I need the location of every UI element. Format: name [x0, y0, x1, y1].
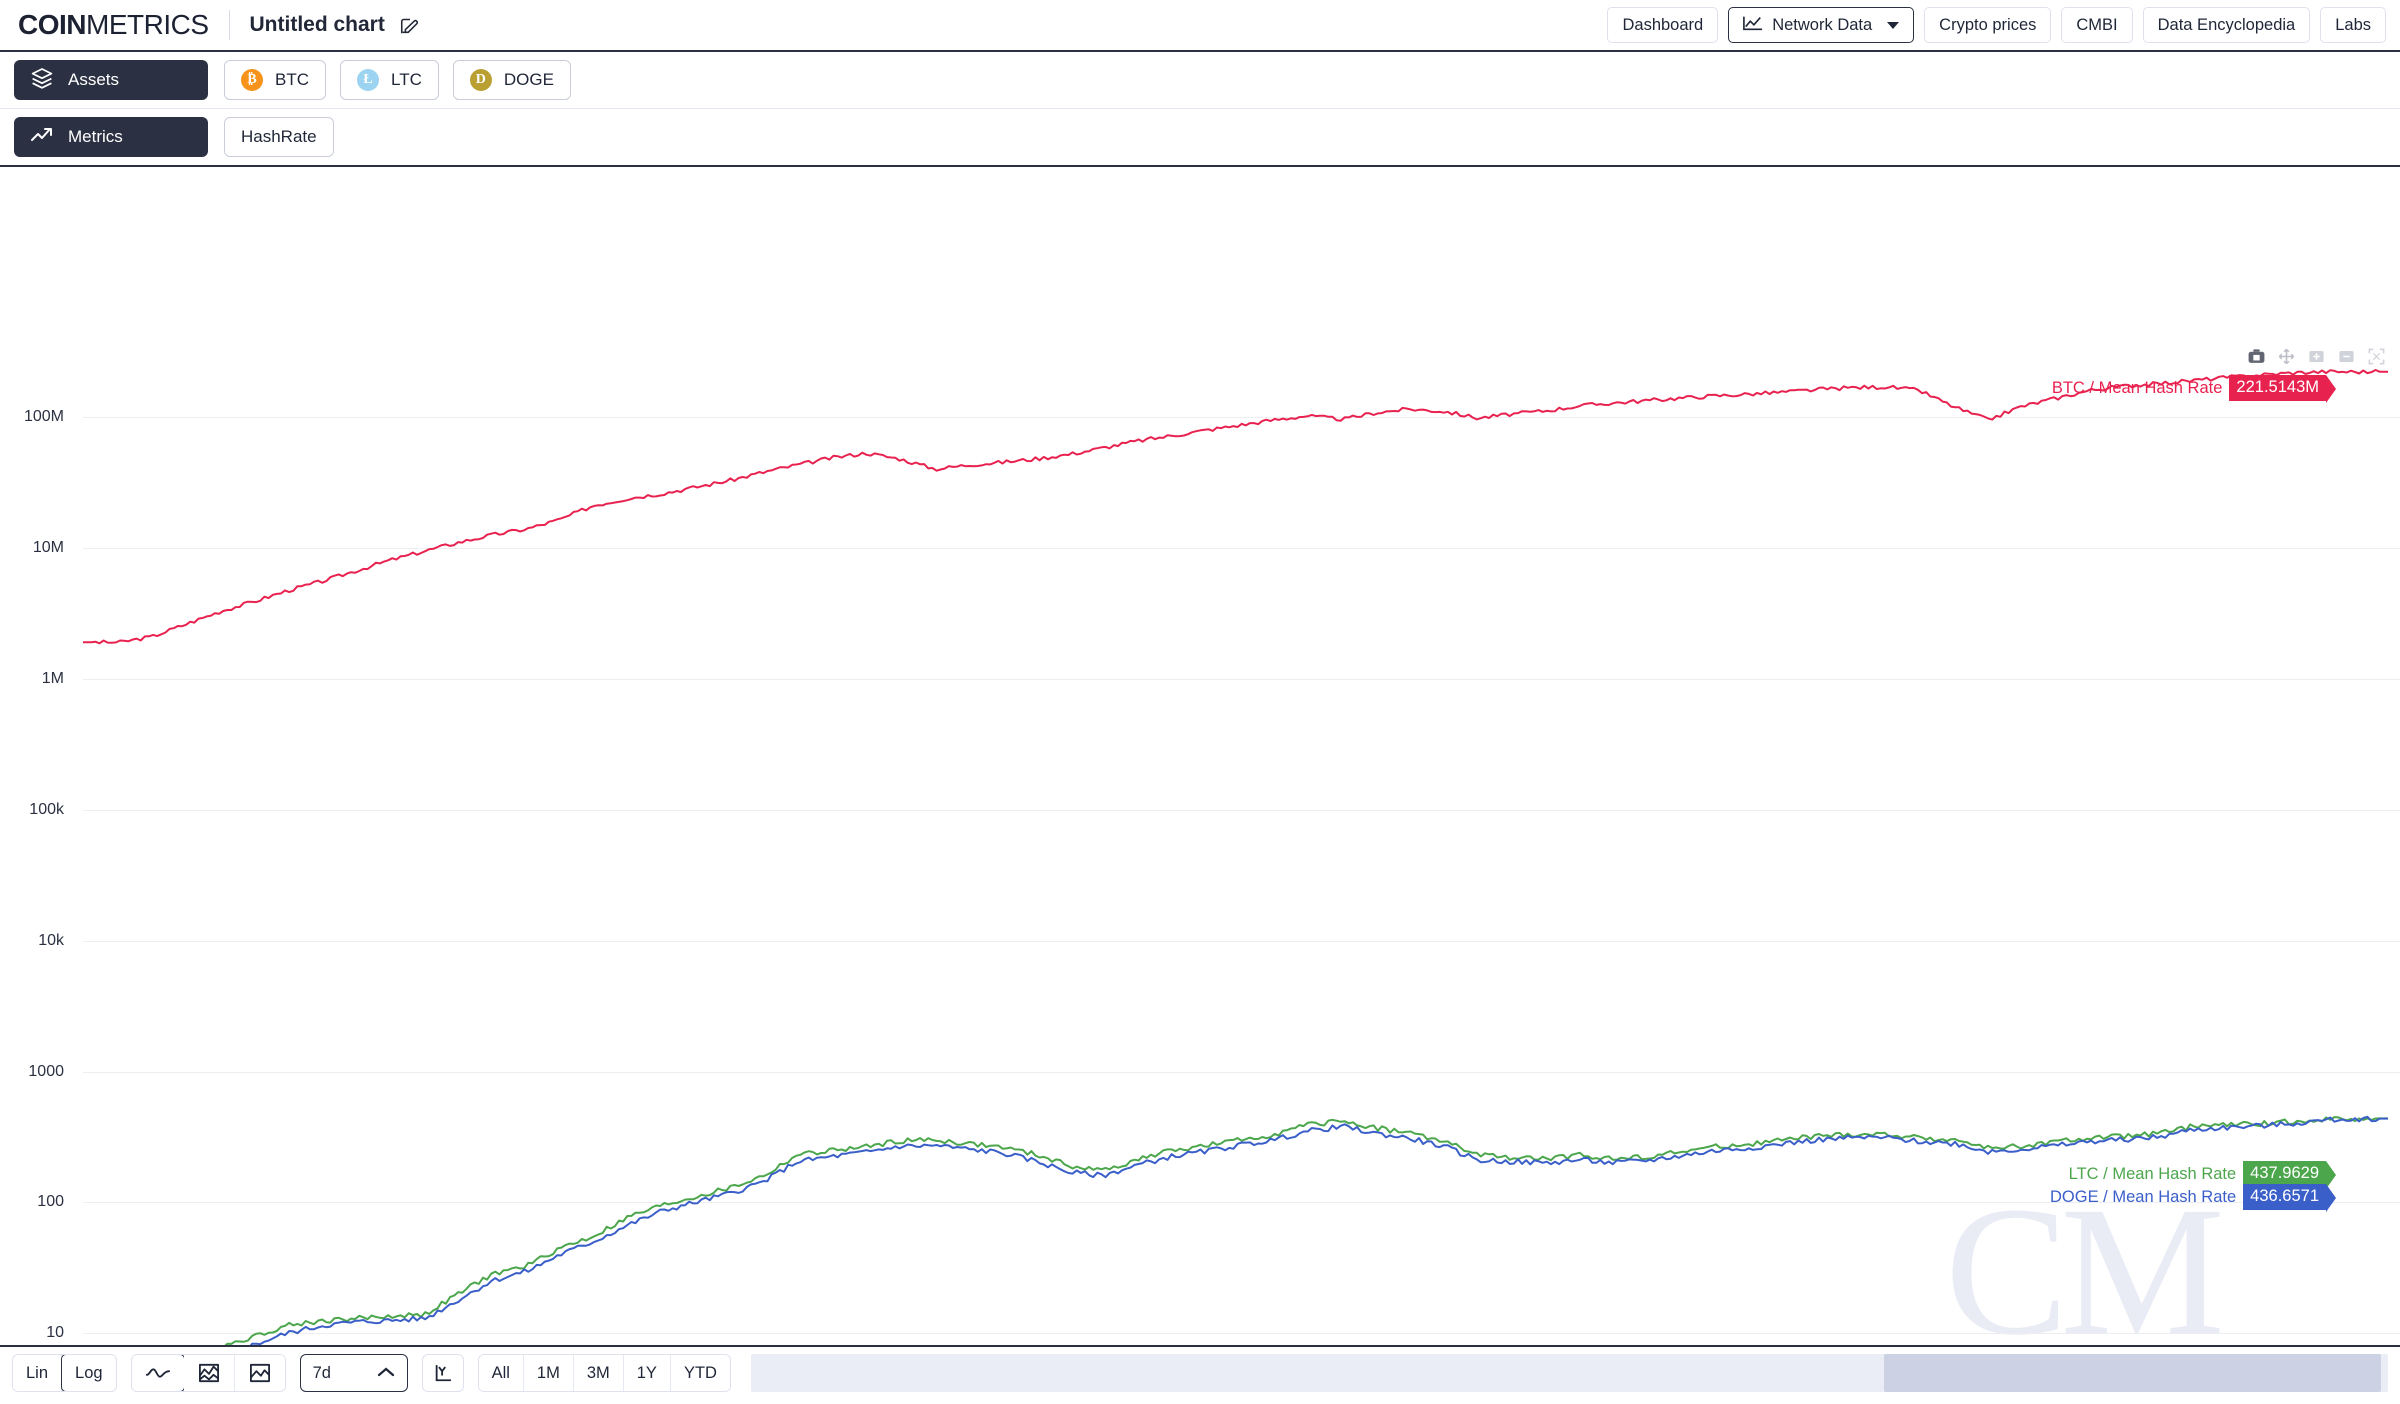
nav-network-data[interactable]: Network Data	[1728, 7, 1915, 43]
header-divider	[228, 10, 230, 40]
range-ytd-button[interactable]: YTD	[670, 1355, 730, 1391]
chart-area[interactable]: CM 100M10M1M100k10k100010010201720182019…	[0, 167, 2400, 1345]
scale-log-button[interactable]: Log	[61, 1355, 116, 1391]
range-3m-button[interactable]: 3M	[573, 1355, 624, 1391]
series-value-tag: 436.6571	[2243, 1184, 2336, 1212]
metric-chip-hashrate-label: HashRate	[241, 127, 317, 146]
nav-cmbi[interactable]: CMBI	[2061, 7, 2133, 43]
metrics-category-label: Metrics	[68, 127, 123, 146]
y-axis-settings-button[interactable]	[421, 1354, 464, 1392]
nav-network-data-label: Network Data	[1772, 15, 1873, 34]
nav-labs[interactable]: Labs	[2320, 7, 2386, 43]
asset-chip-ltc-label: LTC	[391, 70, 422, 89]
range-group: All 1M 3M 1Y YTD	[477, 1354, 731, 1392]
logo-bold-text: COIN	[18, 9, 87, 40]
asset-chip-doge[interactable]: D DOGE	[452, 60, 571, 100]
asset-chip-list: ₿ BTC Ł LTC D DOGE	[224, 60, 571, 100]
top-bar: COINMETRICS Untitled chart Dashboard Net…	[0, 0, 2400, 52]
nav-data-encyclopedia-label: Data Encyclopedia	[2157, 15, 2296, 34]
time-range-scrollbar[interactable]	[750, 1354, 2388, 1392]
series-name-text: BTC / Mean Hash Rate	[2051, 378, 2223, 397]
assets-category-button[interactable]: Assets	[14, 60, 208, 100]
asset-chip-btc-label: BTC	[275, 70, 309, 89]
autoscale-icon[interactable]	[2367, 347, 2386, 366]
btc-coin-icon: ₿	[241, 69, 263, 91]
metric-chip-list: HashRate	[224, 117, 334, 157]
series-end-label: BTC / Mean Hash Rate 221.5143M	[2051, 375, 2336, 403]
range-all-button[interactable]: All	[478, 1355, 524, 1391]
asset-chip-btc[interactable]: ₿ BTC	[224, 60, 326, 100]
logo-light-text: METRICS	[86, 9, 209, 40]
nav-data-encyclopedia[interactable]: Data Encyclopedia	[2142, 7, 2311, 43]
scale-lin-button[interactable]: Lin	[13, 1355, 63, 1391]
frequency-value: 7d	[312, 1363, 331, 1382]
time-range-scrollbar-thumb[interactable]	[1883, 1354, 2382, 1392]
trending-up-icon	[30, 125, 54, 150]
filled-chart-type-button[interactable]	[234, 1355, 285, 1391]
pan-icon[interactable]	[2277, 347, 2296, 366]
zoom-in-icon[interactable]	[2307, 347, 2326, 366]
area-chart-type-button[interactable]	[183, 1355, 235, 1391]
series-name-text: LTC / Mean Hash Rate	[2068, 1164, 2237, 1183]
line-chart-icon	[1743, 15, 1763, 36]
assets-category-label: Assets	[68, 70, 120, 89]
range-1y-button[interactable]: 1Y	[623, 1355, 671, 1391]
nav-crypto-prices-label: Crypto prices	[1939, 15, 2037, 34]
metric-chip-hashrate[interactable]: HashRate	[224, 117, 334, 157]
nav-cmbi-label: CMBI	[2076, 15, 2118, 34]
coinmetrics-logo[interactable]: COINMETRICS	[18, 9, 209, 41]
ltc-coin-icon: Ł	[357, 69, 379, 91]
nav-crypto-prices[interactable]: Crypto prices	[1924, 7, 2052, 43]
range-1m-button[interactable]: 1M	[523, 1355, 574, 1391]
chart-type-group	[130, 1354, 286, 1392]
nav-labs-label: Labs	[2335, 15, 2371, 34]
series-end-label: DOGE / Mean Hash Rate 436.6571	[2050, 1184, 2336, 1212]
nav-dashboard-label: Dashboard	[1622, 15, 1704, 34]
chart-toolbar	[2247, 347, 2386, 366]
doge-coin-icon: D	[469, 69, 492, 91]
assets-row: Assets ₿ BTC Ł LTC D DOGE	[0, 52, 2400, 109]
scale-toggle-group: Lin Log	[12, 1354, 117, 1392]
nav-dashboard[interactable]: Dashboard	[1607, 7, 1719, 43]
line-chart-type-button[interactable]	[131, 1355, 185, 1391]
frequency-dropdown[interactable]: 7d	[299, 1354, 408, 1392]
chart-series-labels: BTC / Mean Hash Rate 221.5143M LTC / Mean …	[0, 167, 2400, 1345]
asset-chip-ltc[interactable]: Ł LTC	[340, 60, 439, 100]
metrics-category-button[interactable]: Metrics	[14, 117, 208, 157]
series-value-tag: 221.5143M	[2229, 375, 2336, 403]
page-title: Untitled chart	[249, 13, 385, 36]
snapshot-icon[interactable]	[2247, 347, 2266, 366]
edit-pencil-icon[interactable]	[399, 14, 421, 36]
layers-icon	[30, 66, 54, 95]
asset-chip-doge-label: DOGE	[503, 70, 554, 89]
series-name-text: DOGE / Mean Hash Rate	[2050, 1187, 2237, 1206]
zoom-out-icon[interactable]	[2337, 347, 2356, 366]
header-nav: Dashboard Network Data Crypto prices CMB…	[1607, 7, 2386, 43]
metrics-row: Metrics HashRate	[0, 109, 2400, 167]
chevron-down-icon	[1887, 21, 1900, 29]
bottom-toolbar: Lin Log 7d All 1M 3M 1Y YTD	[0, 1345, 2400, 1399]
chevron-up-icon	[377, 1364, 395, 1383]
